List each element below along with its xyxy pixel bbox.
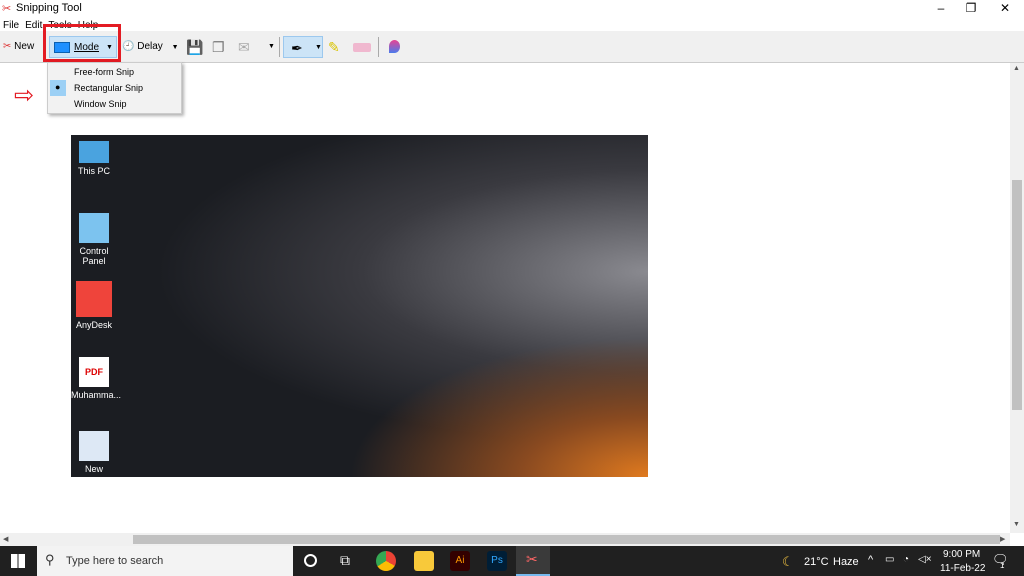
divider <box>279 37 280 57</box>
cortana-icon[interactable] <box>304 554 317 567</box>
battery-icon[interactable]: ▭ <box>885 554 894 565</box>
radio-dot-icon: ● <box>55 82 61 92</box>
control-panel-icon <box>79 213 109 243</box>
highlighter-icon[interactable]: ✎ <box>328 36 340 58</box>
horizontal-scrollbar[interactable]: ◀ ▶ <box>0 533 1010 546</box>
chevron-up-icon[interactable]: ^ <box>868 554 873 566</box>
toolbar: ✂ New Mode ▼ 🕘 Delay ▼ 💾 ❐ ✉ ▼ ✒ ▼ ✎ <box>0 24 1024 63</box>
menu-item-free-form-snip[interactable]: Free-form Snip <box>74 67 134 77</box>
menu-bar: File Edit Tools Help <box>0 17 1024 31</box>
desktop-icon-this-pc: This PC <box>71 137 117 176</box>
chrome-icon[interactable] <box>376 551 396 571</box>
chevron-down-icon[interactable]: ▼ <box>172 44 179 51</box>
chevron-down-icon[interactable]: ▼ <box>315 37 322 59</box>
delay-label: Delay <box>137 41 163 52</box>
chevron-down-icon[interactable]: ▼ <box>268 36 275 58</box>
windows-start-icon[interactable] <box>11 554 25 568</box>
horizontal-scroll-thumb[interactable] <box>133 535 1000 544</box>
horizon-glow <box>348 337 648 477</box>
notification-count: 1 <box>1000 561 1005 570</box>
chevron-down-icon[interactable]: ▼ <box>106 37 113 59</box>
minimize-button[interactable]: – <box>926 0 956 17</box>
desktop-icon-pdf: PDF Muhamma... <box>71 357 121 400</box>
illustrator-icon[interactable]: Ai <box>450 551 470 571</box>
clock-date[interactable]: 11-Feb-22 <box>940 563 985 574</box>
speaker-muted-icon[interactable]: ◁× <box>918 554 932 565</box>
photoshop-icon[interactable]: Ps <box>487 551 507 571</box>
menu-item-rectangular-snip[interactable]: Rectangular Snip <box>74 83 143 93</box>
new-label: New <box>14 41 35 52</box>
save-icon[interactable]: 💾 <box>186 36 203 58</box>
new-button[interactable]: ✂ New <box>3 36 34 58</box>
temperature[interactable]: 21°C <box>804 556 829 568</box>
computer-icon <box>79 141 109 163</box>
selected-indicator: ● <box>50 80 66 96</box>
new-snip-icon: ✂ <box>3 41 12 52</box>
title-bar: ✂ Snipping Tool – ❐ ✕ <box>0 0 1024 17</box>
pen-button[interactable]: ✒ ▼ <box>283 36 323 58</box>
word-doc-icon <box>79 431 109 461</box>
vertical-scroll-thumb[interactable] <box>1012 180 1022 410</box>
scroll-up-icon: ▲ <box>1013 65 1020 72</box>
send-email-icon[interactable]: ✉ <box>238 36 250 58</box>
window-title: Snipping Tool <box>16 2 82 14</box>
pen-icon: ✒ <box>291 40 303 56</box>
scissors-icon: ✂ <box>2 3 12 15</box>
vertical-scrollbar[interactable]: ▲ ▼ <box>1010 63 1024 533</box>
snipping-tool-taskbar-button[interactable]: ✂ <box>516 546 550 576</box>
pdf-icon: PDF <box>79 357 109 387</box>
weather-text[interactable]: Haze <box>833 556 859 568</box>
desktop-icon-anydesk: AnyDesk <box>71 281 117 330</box>
search-input[interactable]: Type here to search <box>37 546 293 576</box>
clock-time[interactable]: 9:00 PM <box>943 549 980 560</box>
arrow-right-icon: ⇨ <box>14 82 35 109</box>
mode-button[interactable]: Mode ▼ <box>49 36 117 58</box>
anydesk-icon <box>76 281 112 317</box>
scissors-icon: ✂ <box>526 551 538 567</box>
delay-button[interactable]: 🕘 Delay ▼ <box>122 36 179 58</box>
divider <box>378 37 379 57</box>
scroll-right-icon: ▶ <box>1000 536 1006 543</box>
weather-icon: ☾ <box>782 554 794 569</box>
search-icon: ⚲ <box>45 552 55 567</box>
captured-screenshot: This PC Control Panel AnyDesk PDF Muhamma… <box>71 135 648 477</box>
desktop-icon-control-panel: Control Panel <box>71 213 117 266</box>
close-button[interactable]: ✕ <box>990 0 1020 17</box>
task-view-icon[interactable]: ⧉ <box>340 552 350 569</box>
scroll-left-icon: ◀ <box>3 536 9 543</box>
file-explorer-icon[interactable] <box>414 551 434 571</box>
desktop-icon-new: New <box>71 431 117 474</box>
mode-dropdown-menu: Free-form Snip ● Rectangular Snip Window… <box>47 62 182 114</box>
menu-item-window-snip[interactable]: Window Snip <box>74 99 127 109</box>
rectangle-mode-icon <box>54 42 70 53</box>
paint3d-icon[interactable] <box>389 40 400 53</box>
clock-icon: 🕘 <box>122 41 135 52</box>
restore-button[interactable]: ❐ <box>956 0 986 17</box>
copy-icon[interactable]: ❐ <box>212 36 225 58</box>
eraser-icon[interactable] <box>353 43 371 52</box>
scroll-down-icon: ▼ <box>1013 521 1020 528</box>
mode-label: Mode <box>74 42 100 53</box>
wifi-icon[interactable]: ◔ <box>903 554 909 565</box>
